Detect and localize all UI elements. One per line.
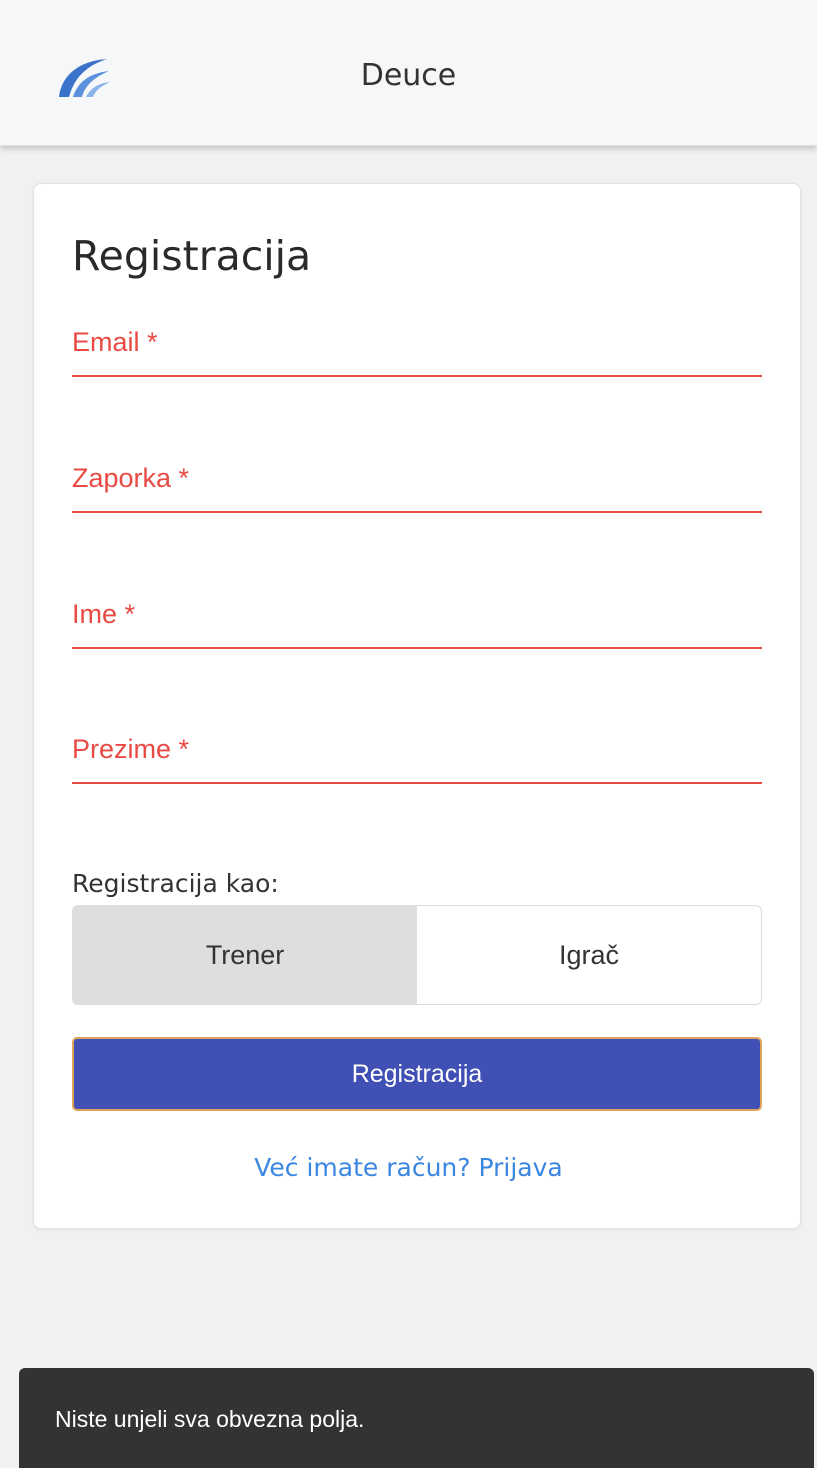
role-player-button[interactable]: Igrač	[417, 906, 761, 1004]
first-name-field[interactable]: Ime *	[72, 599, 766, 649]
snackbar-message: Niste unjeli sva obvezna polja.	[55, 1406, 365, 1432]
email-field[interactable]: Email *	[72, 327, 766, 377]
role-toggle-group: Trener Igrač	[72, 905, 762, 1005]
register-button[interactable]: Registracija	[72, 1037, 762, 1111]
password-input[interactable]	[72, 479, 766, 511]
last-name-field[interactable]: Prezime *	[72, 734, 766, 784]
email-input[interactable]	[72, 343, 766, 375]
role-label: Registracija kao:	[72, 869, 279, 898]
app-title: Deuce	[360, 58, 457, 93]
first-name-input[interactable]	[72, 615, 766, 647]
role-coach-button[interactable]: Trener	[73, 906, 417, 1004]
login-link[interactable]: Već imate račun? Prijava	[0, 1153, 817, 1182]
form-title: Registracija	[72, 232, 312, 280]
last-name-input[interactable]	[72, 750, 766, 782]
app-header: Deuce	[0, 0, 817, 146]
password-field[interactable]: Zaporka *	[72, 463, 766, 513]
error-snackbar: Niste unjeli sva obvezna polja.	[19, 1368, 814, 1468]
